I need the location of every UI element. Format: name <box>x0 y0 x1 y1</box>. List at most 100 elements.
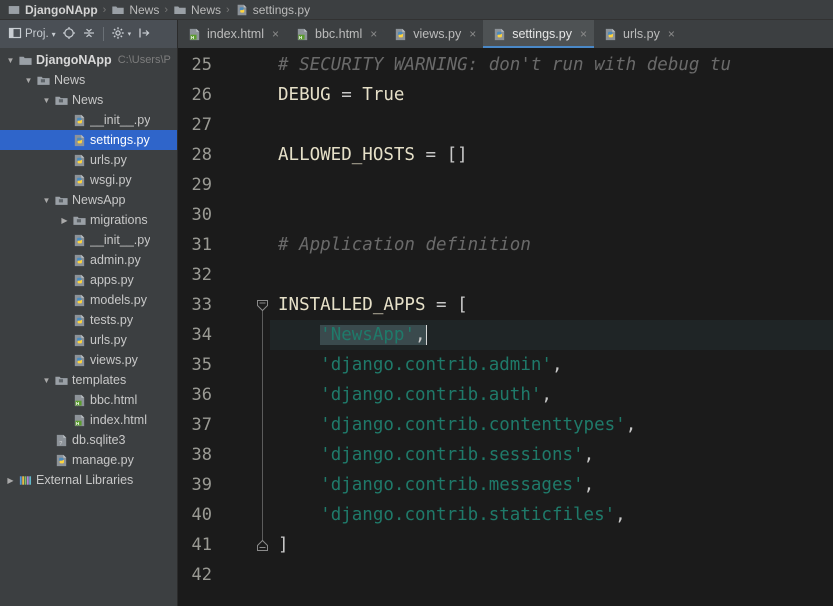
close-icon[interactable]: × <box>272 27 279 41</box>
chevron-down-icon[interactable]: ▼ <box>40 196 53 205</box>
chevron-down-icon[interactable]: ▾ <box>52 30 56 39</box>
python-file-icon <box>71 252 87 268</box>
tree-node-models-py[interactable]: models.py <box>0 290 177 310</box>
settings-button[interactable]: ▾ <box>109 23 134 45</box>
code-line-29[interactable] <box>270 170 833 200</box>
tree-node-urls-py[interactable]: urls.py <box>0 150 177 170</box>
tree-node-db-sqlite3[interactable]: ? db.sqlite3 <box>0 430 177 450</box>
chevron-right-icon[interactable]: ▶ <box>58 216 71 225</box>
tree-node-label: settings.py <box>90 133 150 147</box>
project-view-button[interactable]: Proj. ▾ <box>6 23 58 45</box>
tree-node-djangonapp[interactable]: ▼ DjangoNApp C:\Users\P <box>0 50 177 70</box>
code-line-30[interactable] <box>270 200 833 230</box>
tree-node-label: apps.py <box>90 273 134 287</box>
editor-tab-bbc-html[interactable]: Hbbc.html × <box>286 20 384 48</box>
code-token-punct: , <box>625 415 637 435</box>
chevron-right-icon[interactable]: ▶ <box>4 476 17 485</box>
tree-node-bbc-html[interactable]: Hbbc.html <box>0 390 177 410</box>
python-file-icon <box>71 132 87 148</box>
editor-tab-urls-py[interactable]: urls.py × <box>594 20 682 48</box>
code-line-32[interactable] <box>270 260 833 290</box>
chevron-down-icon[interactable]: ▼ <box>40 376 53 385</box>
code-token-op: = <box>425 295 458 315</box>
target-icon <box>62 26 76 43</box>
code-line-26[interactable]: DEBUG = True <box>270 80 833 110</box>
breadcrumb: DjangoNApp › News › News › settings.py <box>0 0 833 20</box>
code-line-28[interactable]: ALLOWED_HOSTS = [] <box>270 140 833 170</box>
code-line-38[interactable]: 'django.contrib.sessions', <box>270 440 833 470</box>
breadcrumb-item-settings-py[interactable]: settings.py <box>232 0 313 20</box>
tree-node--init-py[interactable]: __init__.py <box>0 110 177 130</box>
python-file-icon <box>71 292 87 308</box>
breadcrumb-item-news[interactable]: News <box>170 0 224 20</box>
tree-node-external-libraries[interactable]: ▶ External Libraries <box>0 470 177 490</box>
code-line-31[interactable]: # Application definition <box>270 230 833 260</box>
close-icon[interactable]: × <box>370 27 377 41</box>
editor-gutter[interactable]: 25 26 27 28 29 30 31 32 33 34 35 36 37 38 39 40 41 42 <box>178 48 299 606</box>
editor-tab-label: index.html <box>207 27 264 41</box>
tree-node-admin-py[interactable]: admin.py <box>0 250 177 270</box>
folder-icon <box>111 3 125 17</box>
tree-node-path: C:\Users\P <box>117 54 171 66</box>
fold-end-icon[interactable] <box>256 539 269 552</box>
tree-node-settings-py[interactable]: settings.py <box>0 130 177 150</box>
editor-tab-index-html[interactable]: Hindex.html × <box>178 20 286 48</box>
editor-tab-label: settings.py <box>512 27 572 41</box>
line-number: 31 <box>191 235 212 255</box>
code-line-42[interactable] <box>270 560 833 590</box>
tree-node--init-py[interactable]: __init__.py <box>0 230 177 250</box>
tree-node-index-html[interactable]: Hindex.html <box>0 410 177 430</box>
breadcrumb-item-news[interactable]: News <box>108 0 162 20</box>
tree-node-urls-py[interactable]: urls.py <box>0 330 177 350</box>
tree-node-apps-py[interactable]: apps.py <box>0 270 177 290</box>
close-icon[interactable]: × <box>469 27 476 41</box>
code-line-37[interactable]: 'django.contrib.contenttypes', <box>270 410 833 440</box>
chevron-down-icon[interactable]: ▼ <box>40 96 53 105</box>
code-folding-column[interactable] <box>256 48 270 606</box>
code-line-34[interactable]: 'NewsApp', <box>270 320 833 350</box>
code-line-33[interactable]: INSTALLED_APPS = [ <box>270 290 833 320</box>
chevron-down-icon[interactable]: ▼ <box>4 56 17 65</box>
close-icon[interactable]: × <box>580 27 587 41</box>
tree-node-news[interactable]: ▼ News <box>0 90 177 110</box>
code-line-35[interactable]: 'django.contrib.admin', <box>270 350 833 380</box>
tree-node-newsapp[interactable]: ▼ NewsApp <box>0 190 177 210</box>
tree-node-wsgi-py[interactable]: wsgi.py <box>0 170 177 190</box>
code-line-25[interactable]: # SECURITY WARNING: don't run with debug… <box>270 50 833 80</box>
module-folder-icon <box>35 72 51 88</box>
settings-chevron-icon[interactable]: ▾ <box>128 30 132 38</box>
editor-tab-views-py[interactable]: views.py × <box>384 20 483 48</box>
fold-expanded-icon[interactable] <box>256 299 269 312</box>
locate-file-button[interactable] <box>60 23 78 45</box>
python-file-icon <box>492 27 507 42</box>
tree-node-migrations[interactable]: ▶ migrations <box>0 210 177 230</box>
python-file-icon <box>71 332 87 348</box>
chevron-down-icon[interactable]: ▼ <box>22 76 35 85</box>
close-icon[interactable]: × <box>668 27 675 41</box>
tree-node-manage-py[interactable]: manage.py <box>0 450 177 470</box>
code-line-39[interactable]: 'django.contrib.messages', <box>270 470 833 500</box>
svg-text:H: H <box>191 34 194 39</box>
code-line-41[interactable]: ] <box>270 530 833 560</box>
tree-node-tests-py[interactable]: tests.py <box>0 310 177 330</box>
tree-node-news[interactable]: ▼ News <box>0 70 177 90</box>
code-line-40[interactable]: 'django.contrib.staticfiles', <box>270 500 833 530</box>
tree-node-label: DjangoNApp <box>36 53 112 67</box>
code-line-27[interactable] <box>270 110 833 140</box>
breadcrumb-item-djangonapp[interactable]: DjangoNApp <box>4 0 101 20</box>
code-text-area[interactable]: # SECURITY WARNING: don't run with debug… <box>270 48 833 606</box>
gear-icon <box>111 26 125 43</box>
main-content: ▼ DjangoNApp C:\Users\P ▼ News ▼ News __init__.… <box>0 48 833 606</box>
code-line-36[interactable]: 'django.contrib.auth', <box>270 380 833 410</box>
code-token-punct: , <box>583 445 595 465</box>
hide-panel-button[interactable] <box>135 23 153 45</box>
project-tree[interactable]: ▼ DjangoNApp C:\Users\P ▼ News ▼ News __init__.… <box>0 48 178 606</box>
editor-tab-settings-py[interactable]: settings.py × <box>483 20 594 48</box>
collapse-all-icon <box>82 26 96 43</box>
tree-node-templates[interactable]: ▼ templates <box>0 370 177 390</box>
tree-node-views-py[interactable]: views.py <box>0 350 177 370</box>
editor-tab-label: bbc.html <box>315 27 363 41</box>
tree-node-label: index.html <box>90 413 147 427</box>
collapse-all-button[interactable] <box>80 23 98 45</box>
code-editor[interactable]: 25 26 27 28 29 30 31 32 33 34 35 36 37 38 39 40 41 42 # S… <box>178 48 833 606</box>
